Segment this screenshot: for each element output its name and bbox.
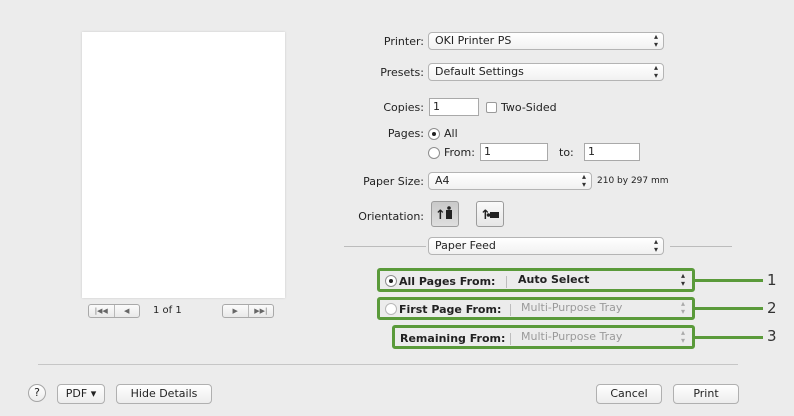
footer-separator bbox=[38, 364, 738, 365]
section-popup[interactable]: Paper Feed ▴ ▾ bbox=[428, 237, 664, 255]
callout-line-3 bbox=[695, 336, 763, 339]
paper-size-popup[interactable]: A4 ▴ ▾ bbox=[428, 172, 592, 190]
callout-number-2: 2 bbox=[767, 299, 777, 317]
first-page-value: Multi-Purpose Tray bbox=[521, 301, 623, 314]
popup-arrows-icon: ▴ ▾ bbox=[680, 272, 685, 288]
paper-size-value: A4 bbox=[435, 174, 450, 187]
print-button[interactable]: Print bbox=[673, 384, 739, 404]
first-page-popup[interactable]: Multi-Purpose Tray ▴ ▾ bbox=[515, 300, 690, 318]
portrait-icon: ↑ bbox=[435, 206, 452, 223]
pages-label: Pages: bbox=[387, 127, 424, 140]
two-sided-checkbox[interactable] bbox=[486, 102, 497, 113]
first-page-icon[interactable]: |◀◀ bbox=[89, 305, 114, 317]
pages-all-label: All bbox=[444, 127, 458, 140]
presets-value: Default Settings bbox=[435, 65, 524, 78]
callout-number-3: 3 bbox=[767, 327, 777, 345]
popup-arrows-icon: ▴ ▾ bbox=[581, 172, 586, 189]
last-page-icon[interactable]: ▶▶| bbox=[247, 305, 274, 317]
all-pages-value: Auto Select bbox=[518, 273, 590, 286]
page-indicator: 1 of 1 bbox=[153, 305, 182, 316]
separator bbox=[506, 276, 507, 288]
all-pages-radio[interactable] bbox=[385, 275, 397, 287]
printer-value: OKI Printer PS bbox=[435, 34, 512, 47]
prev-page-icon[interactable]: ◀ bbox=[113, 305, 140, 317]
hide-details-button[interactable]: Hide Details bbox=[116, 384, 212, 404]
first-page-label: First Page From: bbox=[399, 303, 502, 316]
remaining-label: Remaining From: bbox=[400, 332, 506, 345]
pages-all-radio[interactable] bbox=[428, 128, 440, 140]
presets-label: Presets: bbox=[380, 66, 424, 79]
pages-to-field[interactable]: 1 bbox=[584, 143, 640, 161]
two-sided-label: Two-Sided bbox=[501, 101, 557, 114]
popup-arrows-icon: ▴ ▾ bbox=[653, 237, 658, 254]
popup-arrows-icon: ▴ ▾ bbox=[680, 329, 685, 345]
section-divider-right bbox=[670, 246, 732, 247]
popup-arrows-icon: ▴ ▾ bbox=[653, 63, 658, 80]
pdf-button[interactable]: PDF ▾ bbox=[57, 384, 105, 404]
copies-field[interactable]: 1 bbox=[429, 98, 479, 116]
landscape-button[interactable]: ↑ bbox=[476, 201, 504, 227]
copies-label: Copies: bbox=[383, 101, 424, 114]
printer-popup[interactable]: OKI Printer PS ▴ ▾ bbox=[428, 32, 664, 50]
section-value: Paper Feed bbox=[435, 239, 496, 252]
all-pages-label: All Pages From: bbox=[399, 275, 496, 288]
remaining-popup[interactable]: Multi-Purpose Tray ▴ ▾ bbox=[515, 329, 690, 347]
remaining-value: Multi-Purpose Tray bbox=[521, 330, 623, 343]
pages-from-field[interactable]: 1 bbox=[480, 143, 548, 161]
next-page-icon[interactable]: ▶ bbox=[223, 305, 248, 317]
orientation-label: Orientation: bbox=[358, 210, 424, 223]
popup-arrows-icon: ▴ ▾ bbox=[680, 300, 685, 316]
svg-text:↑: ↑ bbox=[435, 208, 446, 223]
pages-from-radio[interactable] bbox=[428, 147, 440, 159]
callout-line-2 bbox=[695, 307, 763, 310]
paper-size-label: Paper Size: bbox=[363, 175, 424, 188]
all-pages-popup[interactable]: Auto Select ▴ ▾ bbox=[512, 272, 690, 290]
callout-number-1: 1 bbox=[767, 271, 777, 289]
next-last-nav[interactable]: ▶ ▶▶| bbox=[222, 304, 274, 318]
first-prev-nav[interactable]: |◀◀ ◀ bbox=[88, 304, 140, 318]
cancel-button[interactable]: Cancel bbox=[596, 384, 662, 404]
section-divider-left bbox=[344, 246, 426, 247]
pages-from-label: From: bbox=[444, 146, 475, 159]
printer-label: Printer: bbox=[383, 35, 424, 48]
separator bbox=[510, 333, 511, 345]
help-button[interactable]: ? bbox=[28, 384, 46, 402]
popup-arrows-icon: ▴ ▾ bbox=[653, 32, 658, 49]
pages-to-label: to: bbox=[559, 146, 574, 159]
landscape-icon: ↑ bbox=[480, 208, 499, 223]
print-dialog: { "printer": { "label": "Printer:", "val… bbox=[0, 0, 794, 416]
callout-line-1 bbox=[695, 279, 763, 282]
presets-popup[interactable]: Default Settings ▴ ▾ bbox=[428, 63, 664, 81]
separator bbox=[510, 304, 511, 316]
paper-dimensions: 210 by 297 mm bbox=[597, 176, 669, 186]
portrait-button[interactable]: ↑ bbox=[431, 201, 459, 227]
page-preview bbox=[82, 32, 285, 298]
first-page-radio[interactable] bbox=[385, 303, 397, 315]
